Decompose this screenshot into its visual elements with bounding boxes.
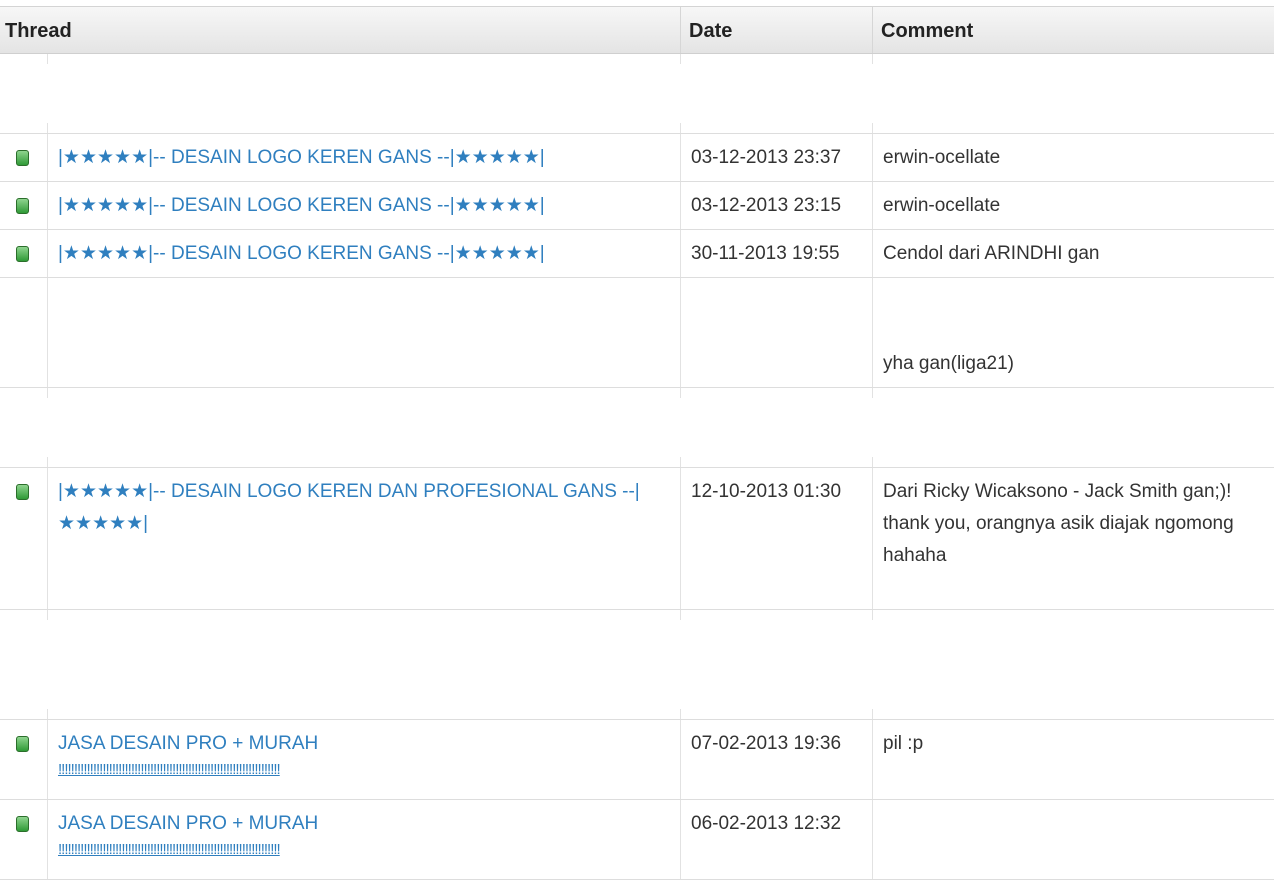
table-row: |★★★★★|-- DESAIN LOGO KEREN GANS --|★★★★…	[0, 230, 1274, 278]
spacer-cell	[873, 388, 1274, 467]
thread-cell: |★★★★★|-- DESAIN LOGO KEREN GANS --|★★★★…	[48, 134, 681, 181]
comment-cell: pil :p	[873, 720, 1274, 799]
thread-status-icon	[16, 484, 29, 500]
thread-link[interactable]: |★★★★★|-- DESAIN LOGO KEREN DAN PROFESIO…	[58, 481, 640, 534]
table-header: Thread Date Comment	[0, 6, 1274, 54]
date-cell: 30-11-2013 19:55	[681, 230, 873, 277]
spacer-cell	[681, 54, 873, 133]
thread-status-icon	[16, 246, 29, 262]
thread-cell: |★★★★★|-- DESAIN LOGO KEREN GANS --|★★★★…	[48, 182, 681, 229]
post-date: 06-02-2013 12:32	[691, 813, 842, 834]
comment-text: Dari Ricky Wicaksono - Jack Smith gan;)!…	[883, 481, 1234, 566]
row-spacer	[0, 54, 1274, 134]
thread-cell	[48, 278, 681, 387]
header-date[interactable]: Date	[681, 7, 873, 53]
thread-link-continuation[interactable]: !!!!!!!!!!!!!!!!!!!!!!!!!!!!!!!!!!!!!!!!…	[58, 840, 670, 860]
date-cell: 06-02-2013 12:32	[681, 800, 873, 879]
table-row: JASA DESAIN PRO + MURAH !!!!!!!!!!!!!!!!…	[0, 800, 1274, 880]
post-date: 03-12-2013 23:37	[691, 147, 842, 168]
spacer-cell	[681, 610, 873, 719]
status-cell	[0, 230, 48, 277]
table-row: |★★★★★|-- DESAIN LOGO KEREN GANS --|★★★★…	[0, 182, 1274, 230]
thread-link[interactable]: JASA DESAIN PRO + MURAH	[58, 813, 318, 834]
spacer-cell	[48, 54, 681, 133]
status-cell	[0, 800, 48, 879]
thread-status-icon	[16, 736, 29, 752]
comment-text: pil :p	[883, 733, 924, 754]
comment-text: yha gan(liga21)	[883, 353, 1014, 374]
status-cell	[0, 182, 48, 229]
spacer-cell	[0, 388, 48, 467]
date-cell: 12-10-2013 01:30	[681, 468, 873, 609]
spacer-cell	[48, 610, 681, 719]
spacer-cell	[48, 388, 681, 467]
row-spacer	[0, 388, 1274, 468]
post-date: 07-02-2013 19:36	[691, 733, 842, 754]
table-row: |★★★★★|-- DESAIN LOGO KEREN DAN PROFESIO…	[0, 468, 1274, 610]
date-cell	[681, 278, 873, 387]
thread-cell: JASA DESAIN PRO + MURAH !!!!!!!!!!!!!!!!…	[48, 720, 681, 799]
comment-cell	[873, 800, 1274, 879]
post-date: 30-11-2013 19:55	[691, 243, 840, 264]
status-cell	[0, 134, 48, 181]
spacer-cell	[0, 54, 48, 133]
date-cell: 03-12-2013 23:15	[681, 182, 873, 229]
comment-cell: Cendol dari ARINDHI gan	[873, 230, 1274, 277]
post-date: 12-10-2013 01:30	[691, 481, 842, 502]
post-date: 03-12-2013 23:15	[691, 195, 842, 216]
thread-cell: |★★★★★|-- DESAIN LOGO KEREN GANS --|★★★★…	[48, 230, 681, 277]
thread-cell: |★★★★★|-- DESAIN LOGO KEREN DAN PROFESIO…	[48, 468, 681, 609]
spacer-cell	[873, 610, 1274, 719]
header-thread[interactable]: Thread	[0, 7, 681, 53]
spacer-cell	[0, 610, 48, 719]
table-row: |★★★★★|-- DESAIN LOGO KEREN GANS --|★★★★…	[0, 134, 1274, 182]
comment-cell: erwin-ocellate	[873, 134, 1274, 181]
thread-table: Thread Date Comment |★★★★★|-- DESAIN LOG…	[0, 6, 1274, 880]
status-cell	[0, 720, 48, 799]
thread-link[interactable]: |★★★★★|-- DESAIN LOGO KEREN GANS --|★★★★…	[58, 195, 545, 216]
comment-text: erwin-ocellate	[883, 147, 1001, 168]
table-row: JASA DESAIN PRO + MURAH !!!!!!!!!!!!!!!!…	[0, 720, 1274, 800]
thread-status-icon	[16, 198, 29, 214]
spacer-cell	[681, 388, 873, 467]
comment-cell: Dari Ricky Wicaksono - Jack Smith gan;)!…	[873, 468, 1274, 609]
thread-link[interactable]: |★★★★★|-- DESAIN LOGO KEREN GANS --|★★★★…	[58, 243, 545, 264]
thread-link[interactable]: |★★★★★|-- DESAIN LOGO KEREN GANS --|★★★★…	[58, 147, 545, 168]
comment-cell: erwin-ocellate	[873, 182, 1274, 229]
header-comment[interactable]: Comment	[873, 7, 1274, 53]
comment-text: erwin-ocellate	[883, 195, 1001, 216]
date-cell: 07-02-2013 19:36	[681, 720, 873, 799]
thread-link-continuation[interactable]: !!!!!!!!!!!!!!!!!!!!!!!!!!!!!!!!!!!!!!!!…	[58, 760, 670, 780]
date-cell: 03-12-2013 23:37	[681, 134, 873, 181]
thread-link[interactable]: JASA DESAIN PRO + MURAH	[58, 733, 318, 754]
table-row: yha gan(liga21)	[0, 278, 1274, 388]
spacer-cell	[873, 54, 1274, 133]
thread-status-icon	[16, 150, 29, 166]
status-cell	[0, 278, 48, 387]
thread-cell: JASA DESAIN PRO + MURAH !!!!!!!!!!!!!!!!…	[48, 800, 681, 879]
thread-status-icon	[16, 816, 29, 832]
row-spacer	[0, 610, 1274, 720]
comment-text: Cendol dari ARINDHI gan	[883, 243, 1100, 264]
comment-cell: yha gan(liga21)	[873, 278, 1274, 387]
status-cell	[0, 468, 48, 609]
